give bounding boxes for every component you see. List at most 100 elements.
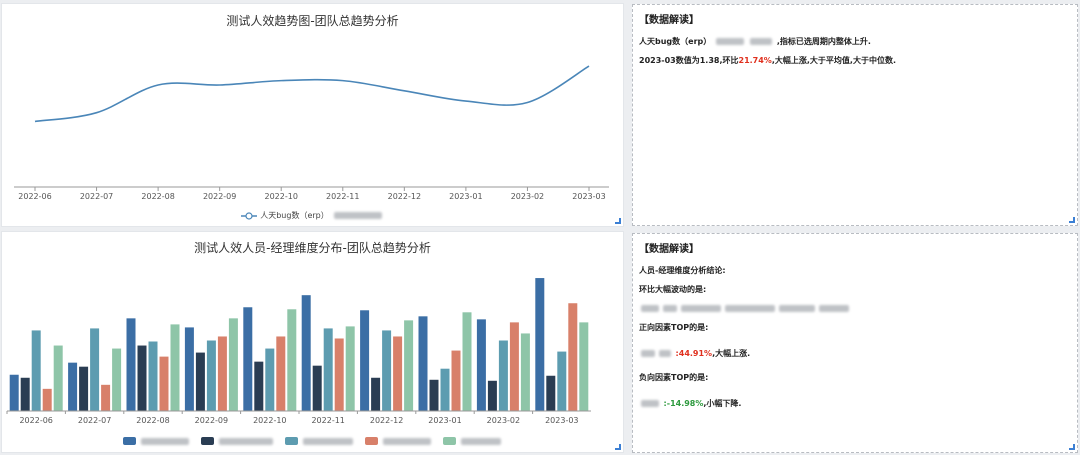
bar[interactable]: [440, 368, 450, 411]
bar[interactable]: [137, 345, 147, 411]
bar[interactable]: [126, 318, 136, 411]
legend-item[interactable]: [284, 437, 355, 445]
bar[interactable]: [20, 377, 30, 411]
bar[interactable]: [487, 380, 497, 411]
trend-chart-panel: 测试人效趋势图-团队总趋势分析 2022-06 2022-07 2022-08 202…: [1, 3, 624, 227]
bar[interactable]: [568, 303, 578, 411]
bar[interactable]: [393, 336, 403, 411]
x-tick-label: 2022-09: [203, 192, 236, 201]
bar[interactable]: [112, 348, 122, 411]
bar[interactable]: [301, 295, 311, 411]
distribution-chart-panel: 测试人效人员-经理维度分布-团队总趋势分析 2022-06 2022-07 2022…: [1, 231, 624, 453]
bar[interactable]: [535, 278, 545, 411]
x-tick-label: 2022-10: [253, 416, 286, 425]
bar[interactable]: [476, 319, 486, 411]
redacted-text: [715, 38, 744, 45]
bar[interactable]: [287, 309, 297, 411]
x-tick-label: 2023-01: [428, 416, 461, 425]
bar[interactable]: [53, 345, 63, 411]
insight-heading: 【数据解读】: [639, 15, 699, 26]
x-tick-label: 2022-10: [265, 192, 298, 201]
x-tick-label: 2022-12: [370, 416, 403, 425]
bar[interactable]: [429, 379, 439, 411]
bar[interactable]: [79, 366, 89, 411]
bar[interactable]: [345, 326, 355, 411]
bar[interactable]: [371, 377, 381, 411]
bar[interactable]: [276, 336, 286, 411]
x-tick-label: 2022-06: [19, 416, 52, 425]
x-tick-label: 2022-12: [388, 192, 421, 201]
bar[interactable]: [159, 356, 169, 411]
resize-handle-icon[interactable]: [615, 444, 621, 450]
bar[interactable]: [206, 340, 216, 412]
bar[interactable]: [9, 374, 19, 411]
bar[interactable]: [254, 361, 264, 411]
trend-legend[interactable]: 人天bug数（erp）: [2, 210, 623, 221]
bar[interactable]: [323, 328, 333, 411]
distribution-legend[interactable]: [2, 437, 623, 445]
bar[interactable]: [217, 336, 227, 411]
trend-line-chart: 2022-06 2022-07 2022-08 2022-09 2022-10 2022-…: [14, 65, 609, 201]
x-tick-label: 2022-11: [311, 416, 344, 425]
bar[interactable]: [498, 340, 508, 412]
distribution-insight-panel: 【数据解读】 人员-经理维度分析结论: 环比大幅波动的是: 正向因素TOP的是:…: [632, 233, 1078, 453]
bar[interactable]: [170, 324, 180, 411]
insight-line: 负向因素TOP的是:: [639, 373, 709, 382]
bar[interactable]: [520, 333, 530, 411]
insight-line: 环比大幅波动的是:: [639, 285, 707, 294]
x-tick-label: 2022-11: [326, 192, 359, 201]
bar[interactable]: [184, 327, 194, 411]
bar[interactable]: [360, 310, 370, 411]
resize-handle-icon[interactable]: [615, 218, 621, 224]
insight-heading: 【数据解读】: [639, 244, 699, 255]
insight-line: :44.91%,大幅上涨.: [639, 348, 1071, 360]
bar[interactable]: [101, 384, 111, 411]
trend-legend-label: 人天bug数（erp）: [260, 211, 329, 220]
bar[interactable]: [42, 388, 52, 411]
insight-line: 人天bug数（erp） ,指标已选周期内整体上升.: [639, 37, 871, 46]
redacted-text: [750, 38, 773, 45]
legend-item[interactable]: [200, 437, 275, 445]
insight-line: 2023-03数值为1.38,环比21.74%,大幅上涨,大于平均值,大于中位数…: [639, 56, 896, 65]
x-tick-label: 2023-02: [487, 416, 520, 425]
bar[interactable]: [195, 352, 205, 411]
legend-item[interactable]: [442, 437, 503, 445]
insight-line: 正向因素TOP的是:: [639, 323, 709, 332]
bar[interactable]: [546, 375, 556, 411]
series-line[interactable]: [34, 65, 590, 123]
x-tick-label: 2022-07: [78, 416, 111, 425]
bar[interactable]: [462, 312, 472, 411]
insight-redacted-line: [639, 303, 1071, 315]
x-tick-label: 2022-09: [195, 416, 228, 425]
x-tick-label: 2022-06: [18, 192, 51, 201]
x-tick-label: 2023-02: [511, 192, 544, 201]
x-tick-label: 2023-01: [449, 192, 482, 201]
bar[interactable]: [418, 316, 428, 411]
insight-line: :-14.98%,小幅下降.: [639, 398, 1071, 410]
bar[interactable]: [31, 330, 41, 411]
bar[interactable]: [451, 350, 461, 411]
bar[interactable]: [265, 348, 275, 411]
bar[interactable]: [404, 320, 414, 411]
legend-item[interactable]: [364, 437, 433, 445]
bar[interactable]: [557, 351, 567, 411]
bar[interactable]: [382, 330, 392, 411]
bar[interactable]: [243, 307, 253, 411]
bar[interactable]: [579, 322, 589, 411]
legend-item[interactable]: [122, 437, 191, 445]
bar[interactable]: [228, 318, 238, 411]
x-tick-label: 2022-08: [141, 192, 174, 201]
bar[interactable]: [68, 362, 78, 411]
resize-handle-icon[interactable]: [1069, 444, 1075, 450]
insight-line: 人员-经理维度分析结论:: [639, 266, 726, 275]
x-tick-label: 2022-08: [136, 416, 169, 425]
redacted-legend-text: [333, 212, 382, 219]
bar[interactable]: [148, 341, 158, 411]
bar[interactable]: [90, 328, 100, 411]
resize-handle-icon[interactable]: [1069, 217, 1075, 223]
bar[interactable]: [334, 338, 344, 411]
distribution-bar-chart: 2022-06 2022-07 2022-08 2022-09 2022-10 2022-…: [6, 278, 591, 425]
bar[interactable]: [509, 322, 519, 411]
x-tick-label: 2023-03: [572, 192, 605, 201]
bar[interactable]: [312, 365, 322, 411]
